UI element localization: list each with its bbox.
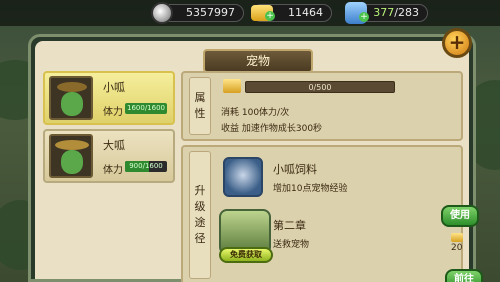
panel-title: 宠物 (203, 49, 313, 73)
frog-avatar (49, 76, 93, 120)
stamina-max: /283 (394, 6, 419, 19)
pet-stamina-text: 900/1600 (129, 162, 163, 170)
gain-text: 收益 加速作物成长300秒 (221, 124, 323, 134)
gold-value: 11464 (288, 6, 323, 19)
pet-stamina-label: 体力 (103, 165, 123, 176)
pet-stamina-text: 1600/1600 (127, 104, 165, 112)
item1-name: 小呱饲料 (273, 163, 317, 176)
attributes-label: 属 性 (189, 77, 211, 135)
stamina-counter[interactable]: + 377/283 (345, 2, 428, 24)
upgrade-label: 升 级 途 径 (189, 151, 211, 279)
add-stamina-icon[interactable]: + (359, 12, 369, 22)
silver-value: 5357997 (186, 6, 235, 19)
silver-coin-icon (151, 2, 173, 24)
pet-name: 小呱 (103, 81, 125, 94)
resource-bar: 5357997 + 11464 + 377/283 (0, 0, 500, 26)
consume-text: 消耗 100体力/次 (221, 108, 290, 118)
exp-text: 0/500 (308, 83, 332, 92)
attributes-section: 属 性 0/500 消耗 100体力/次 收益 加速作物成长300秒 (181, 71, 463, 141)
gold-counter[interactable]: + 11464 (251, 4, 332, 22)
use-button[interactable]: 使用 (441, 205, 479, 227)
food-icon (223, 79, 241, 93)
pet-stamina-bar: 1600/1600 (125, 103, 167, 114)
stamina-current: 377 (373, 6, 395, 19)
go-button[interactable]: 前往 (445, 269, 483, 282)
upgrade-section: 升 级 途 径 小呱饲料 增加10点宠物经验 使用 20 免费获取 第二章 送救… (181, 145, 483, 282)
pet-panel-body: 宠物 小呱 体力 1600/1600 大呱 体力 900/1600 属 性 0/… (35, 41, 483, 282)
item1-desc: 增加10点宠物经验 (273, 184, 348, 194)
pet-name: 大呱 (103, 139, 125, 152)
pet-card[interactable]: 大呱 体力 900/1600 (43, 129, 175, 183)
pet-stamina-label: 体力 (103, 107, 123, 118)
frog-avatar (49, 134, 93, 178)
add-gold-icon[interactable]: + (265, 11, 275, 21)
gold-ingot-icon (451, 233, 463, 242)
add-icon[interactable]: + (442, 28, 472, 58)
free-tag: 免费获取 (219, 247, 273, 263)
pet-food-item-icon (223, 157, 263, 197)
item2-desc: 送救宠物 (273, 240, 310, 250)
pet-card-selected[interactable]: 小呱 体力 1600/1600 (43, 71, 175, 125)
pet-panel: 宠物 小呱 体力 1600/1600 大呱 体力 900/1600 属 性 0/… (28, 34, 483, 282)
item1-cost: 20 (451, 233, 466, 253)
item2-name: 第二章 (273, 219, 306, 232)
pet-stamina-bar: 900/1600 (125, 161, 167, 172)
silver-counter: 5357997 (151, 2, 244, 24)
exp-bar: 0/500 (245, 81, 395, 93)
